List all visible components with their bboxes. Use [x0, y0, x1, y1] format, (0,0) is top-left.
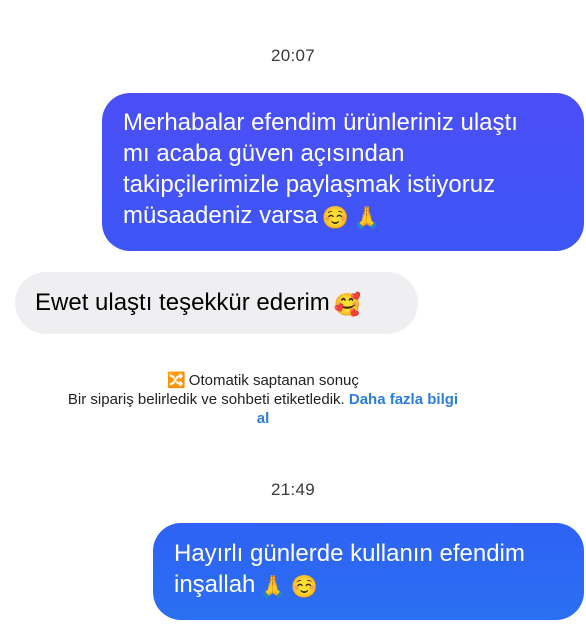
outgoing-message-bubble[interactable]: Hayırlı günlerde kullanın efendim inşall…	[153, 523, 584, 620]
smiling-face-emoji-icon: ☺️	[321, 205, 350, 230]
learn-more-link[interactable]: al	[0, 409, 526, 428]
outgoing-message-bubble[interactable]: Merhabalar efendim ürünleriniz ulaştı mı…	[102, 93, 584, 251]
message-text-line: Hayırlı günlerde kullanın efendim	[174, 540, 525, 567]
timestamp: 21:49	[270, 480, 316, 499]
auto-detect-icon: 🔀	[167, 372, 186, 389]
incoming-message-bubble[interactable]: Ewet ulaştı teşekkür ederim 🥰	[15, 272, 418, 334]
notice-text: Bir sipariş belirledik ve sohbeti etiket…	[67, 391, 345, 408]
message-text-line: mı acaba güven açısından	[123, 140, 405, 167]
timestamp: 20:07	[270, 46, 316, 65]
auto-detected-result-notice: 🔀 Otomatik saptanan sonuç Bir sipariş bel…	[0, 371, 526, 428]
message-text-line: Merhabalar efendim ürünleriniz ulaştı	[123, 109, 518, 136]
notice-text-row: Bir sipariş belirledik ve sohbeti etiket…	[0, 390, 526, 409]
message-text-line: takipçilerimizle paylaşmak istiyoruz	[123, 171, 496, 198]
smiling-face-with-hearts-emoji-icon: 🥰	[333, 292, 362, 317]
message-text-line: inşallah 🙏 ☺️	[174, 569, 564, 602]
message-text: Ewet ulaştı teşekkür ederim	[35, 289, 330, 316]
message-text-line: Ewet ulaştı teşekkür ederim 🥰	[35, 287, 398, 320]
smiling-face-emoji-icon: ☺️	[290, 574, 319, 599]
message-text: müsaadeniz varsa	[123, 202, 318, 229]
message-text: inşallah	[174, 571, 256, 598]
folded-hands-emoji-icon: 🙏	[353, 205, 381, 230]
notice-title: Otomatik saptanan sonuç	[188, 372, 359, 389]
learn-more-link[interactable]: Daha fazla bilgi	[349, 391, 458, 408]
message-text-line: müsaadeniz varsa ☺️ 🙏	[123, 200, 564, 233]
folded-hands-emoji-icon: 🙏	[259, 574, 287, 599]
notice-title-row: 🔀 Otomatik saptanan sonuç	[0, 371, 526, 390]
